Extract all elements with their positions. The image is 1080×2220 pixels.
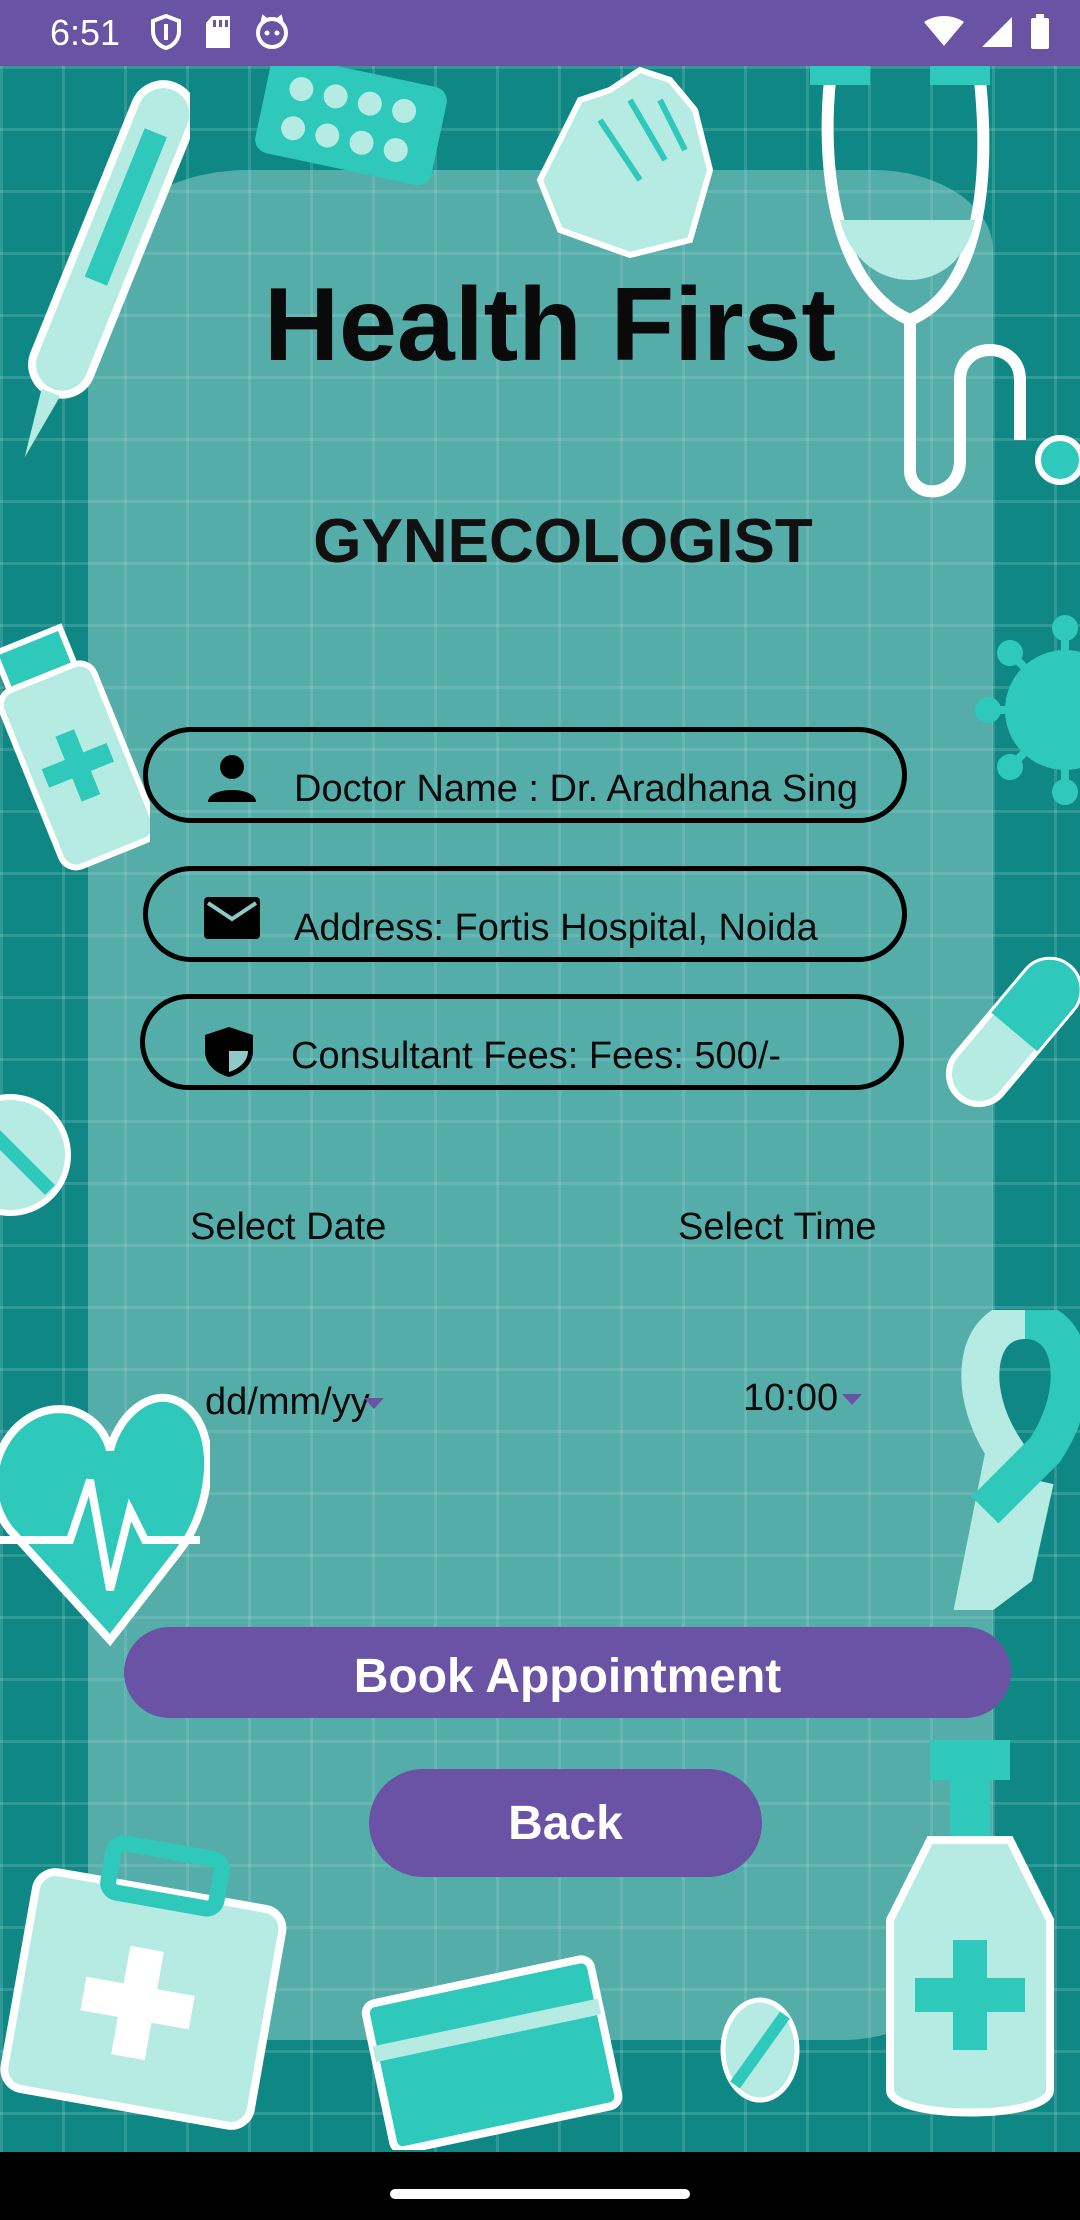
dropdown-arrow-icon (363, 1398, 384, 1410)
battery-icon (1031, 14, 1049, 49)
mail-icon (204, 897, 260, 939)
medicine-bottle-illustration (0, 623, 150, 871)
awareness-ribbon-illustration (953, 1310, 1080, 1610)
address-text: Address: Fortis Hospital, Noida (294, 907, 818, 949)
shield-icon (151, 14, 181, 50)
select-date-label: Select Date (190, 1206, 387, 1248)
tablet-illustration (0, 1094, 71, 1216)
wifi-icon (924, 16, 964, 46)
face-mask-illustration (361, 1955, 623, 2150)
book-appointment-button[interactable]: Book Appointment (124, 1627, 1011, 1718)
specialty-title: GYNECOLOGIST (313, 507, 813, 576)
doctor-name-field: Doctor Name : Dr. Aradhana Sing (143, 727, 907, 823)
consultant-fees-field: Consultant Fees: Fees: 500/- (140, 994, 904, 1090)
shield-icon (205, 1027, 253, 1077)
date-picker[interactable]: dd/mm/yy (205, 1381, 384, 1424)
status-right-icons (924, 14, 1050, 50)
sd-card-icon (206, 16, 230, 48)
status-left-icons (150, 14, 290, 50)
capsule-illustration (945, 956, 1080, 1108)
time-value: 10:00 (743, 1377, 839, 1419)
sanitizer-bottle-illustration (886, 1740, 1054, 2117)
signal-icon (982, 17, 1012, 47)
app-title: Health First (263, 267, 837, 383)
pill-blister-illustration (255, 60, 447, 186)
back-button[interactable]: Back (369, 1769, 762, 1877)
home-gesture-handle[interactable] (390, 2189, 690, 2199)
heart-rate-illustration (0, 1393, 210, 1647)
address-field: Address: Fortis Hospital, Noida (143, 866, 907, 962)
first-aid-kit-illustration (0, 1835, 287, 2130)
glove-illustration (536, 66, 714, 259)
status-time: 6:51 (50, 12, 121, 53)
select-time-label: Select Time (678, 1206, 877, 1248)
navigation-bar (0, 2152, 1080, 2220)
person-icon (208, 755, 256, 802)
small-tablet-illustration (720, 1997, 800, 2103)
virus-illustration (975, 615, 1080, 805)
status-bar: 6:51 (0, 0, 1080, 66)
consultant-fees-text: Consultant Fees: Fees: 500/- (291, 1035, 782, 1077)
cat-icon (256, 14, 288, 49)
doctor-name-text: Doctor Name : Dr. Aradhana Sing (294, 768, 858, 810)
date-value: dd/mm/yy (205, 1381, 370, 1423)
dropdown-arrow-icon (842, 1394, 863, 1406)
time-picker[interactable]: 10:00 (743, 1377, 863, 1420)
